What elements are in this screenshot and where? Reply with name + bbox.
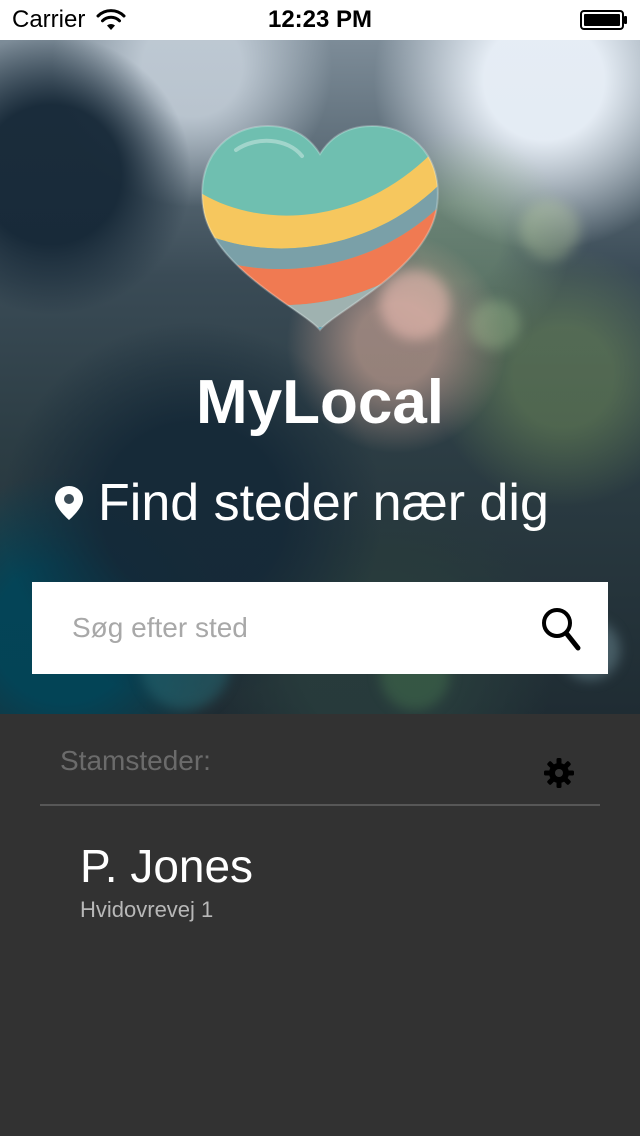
place-address: Hvidovrevej 1 bbox=[80, 897, 214, 922]
search-input[interactable] bbox=[72, 582, 512, 674]
search-bar bbox=[32, 582, 608, 674]
clock-time: 12:23 PM bbox=[267, 6, 373, 33]
favorites-label: Stamsteder: bbox=[60, 745, 211, 776]
bokeh-light bbox=[470, 300, 520, 350]
app-title: MyLocal bbox=[195, 368, 445, 437]
find-nearby-text: Find steder nær dig bbox=[98, 474, 549, 532]
list-item[interactable]: P. Jones Hvidovrevej 1 bbox=[80, 838, 580, 938]
hero-background: MyLocal Find steder nær dig bbox=[0, 40, 640, 714]
gear-icon[interactable] bbox=[544, 758, 574, 788]
favorites-section: Stamsteder: P. Jones Hvidovrevej 1 bbox=[0, 714, 640, 1136]
heart-logo bbox=[201, 124, 439, 332]
place-name: P. Jones bbox=[80, 840, 254, 892]
divider bbox=[40, 804, 600, 806]
bokeh-light bbox=[520, 200, 580, 260]
screen: Carrier 12:23 PM MyLocal Find steder nær… bbox=[0, 0, 640, 1136]
map-pin-icon bbox=[55, 486, 83, 520]
status-bar: Carrier 12:23 PM bbox=[0, 0, 640, 40]
battery-icon bbox=[580, 10, 627, 30]
search-icon[interactable] bbox=[540, 606, 582, 652]
find-nearby-row[interactable]: Find steder nær dig bbox=[54, 472, 549, 534]
